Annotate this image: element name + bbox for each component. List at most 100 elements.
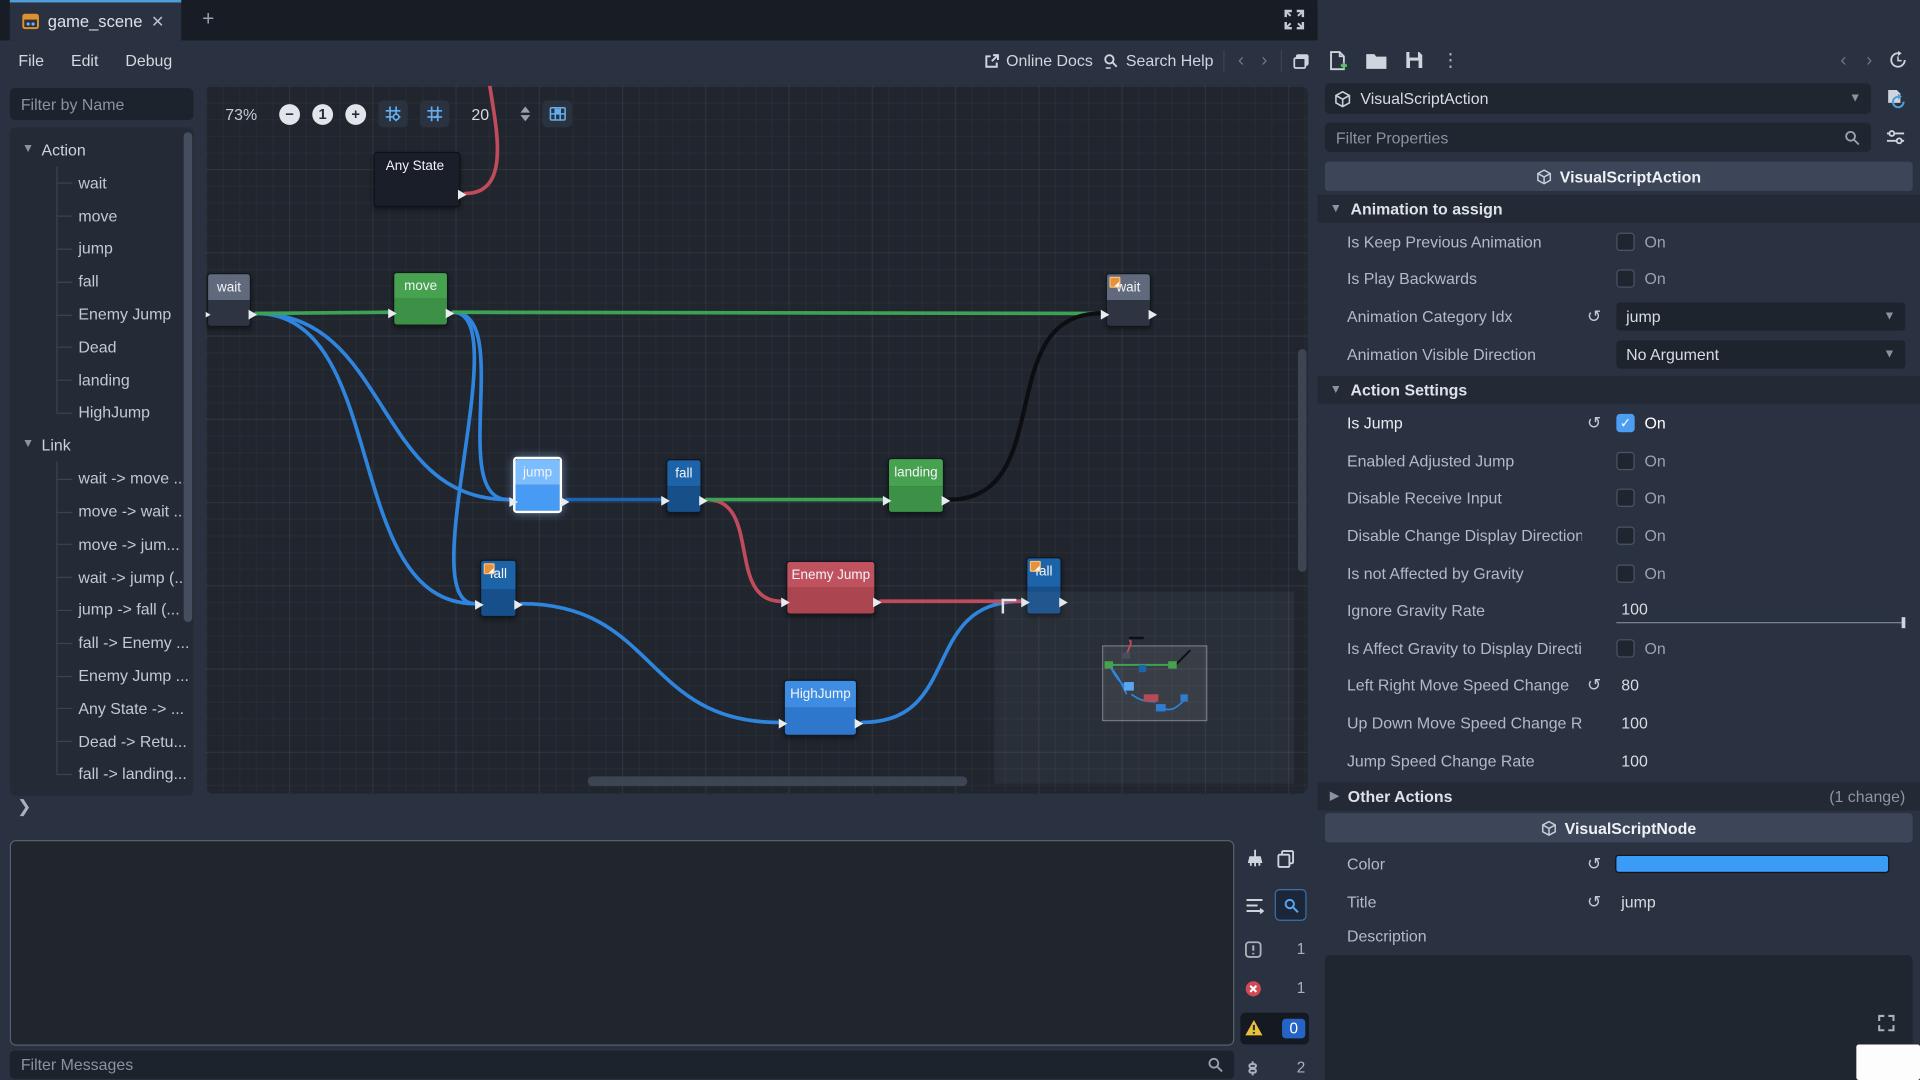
output-port[interactable] xyxy=(446,308,455,318)
graph-node-jump[interactable]: jump xyxy=(513,457,562,513)
minimap-toggle[interactable] xyxy=(542,100,571,127)
section-action-settings[interactable]: ▼Action Settings xyxy=(1318,376,1920,404)
message-filter-badge[interactable]: 1 xyxy=(1240,933,1309,965)
input-port[interactable] xyxy=(206,309,211,319)
input-port[interactable] xyxy=(883,495,892,505)
revert-icon[interactable]: ↺ xyxy=(1587,854,1601,875)
graph-horizontal-scrollbar[interactable] xyxy=(588,776,968,786)
graph-node-landing[interactable]: landing xyxy=(888,458,944,513)
dropdown[interactable]: No Argument▼ xyxy=(1616,340,1905,368)
sidebar-item-landing[interactable]: landing xyxy=(10,363,194,396)
error-filter-badge[interactable]: 1 xyxy=(1240,973,1309,1005)
revert-icon[interactable]: ↺ xyxy=(1587,891,1601,912)
input-port[interactable] xyxy=(509,497,518,507)
save-resource-icon[interactable] xyxy=(1405,50,1425,70)
value-field[interactable]: 100 xyxy=(1616,714,1647,732)
tree-section-action[interactable]: ▼Action xyxy=(10,133,194,166)
search-help-button[interactable]: Search Help xyxy=(1103,51,1214,69)
history-back-icon[interactable]: ‹ xyxy=(1234,50,1247,71)
checkbox[interactable]: ✓ xyxy=(1616,414,1634,432)
resource-options-icon[interactable]: ⋮ xyxy=(1441,49,1459,71)
input-port[interactable] xyxy=(661,495,670,505)
output-port[interactable] xyxy=(942,495,951,505)
graph-node-move[interactable]: move xyxy=(393,272,448,326)
sidebar-item-fall-landing[interactable]: fall -> landing... xyxy=(10,757,194,790)
revert-icon[interactable]: ↺ xyxy=(1587,413,1601,434)
search-messages-toggle[interactable] xyxy=(1275,889,1307,921)
state-machine-graph[interactable]: 73% − 1 + 20 Any Statewaitmovejumpfallla… xyxy=(206,86,1308,794)
filter-properties-input[interactable]: Filter Properties xyxy=(1325,122,1871,151)
sidebar-item-enemy-jump[interactable]: Enemy Jump ... xyxy=(10,659,194,692)
zoom-reset-button[interactable]: 1 xyxy=(312,103,333,124)
checkbox[interactable] xyxy=(1616,489,1634,507)
load-resource-icon[interactable] xyxy=(1365,51,1387,69)
sidebar-item-enemy-jump[interactable]: Enemy Jump xyxy=(10,298,194,331)
input-port[interactable] xyxy=(475,599,484,609)
copy-output-icon[interactable] xyxy=(1276,848,1297,869)
output-port[interactable] xyxy=(561,497,570,507)
input-port[interactable] xyxy=(781,597,790,607)
sidebar-item-move[interactable]: move xyxy=(10,199,194,232)
sidebar-item-wait-jump[interactable]: wait -> jump (... xyxy=(10,561,194,594)
expand-description-icon[interactable] xyxy=(1877,1013,1895,1031)
filter-messages-input[interactable]: Filter Messages xyxy=(10,1051,1234,1079)
new-tab-button[interactable]: + xyxy=(193,5,222,34)
graph-node-enemy-jump[interactable]: Enemy Jump xyxy=(786,561,875,615)
output-port[interactable] xyxy=(514,599,523,609)
slider-field[interactable]: 100 xyxy=(1616,596,1905,625)
warning-filter-badge[interactable]: 0 xyxy=(1240,1012,1309,1044)
grid-toggle[interactable] xyxy=(420,100,449,127)
checkbox[interactable] xyxy=(1616,564,1634,582)
sidebar-item-wait-move[interactable]: wait -> move ... xyxy=(10,462,194,495)
sidebar-item-fall[interactable]: fall xyxy=(10,265,194,298)
inspector-forward-icon[interactable]: › xyxy=(1862,50,1875,71)
sidebar-item-highjump[interactable]: HighJump xyxy=(10,396,194,429)
checkbox[interactable] xyxy=(1616,232,1634,250)
input-port[interactable] xyxy=(388,308,397,318)
output-port[interactable] xyxy=(1149,309,1158,319)
property-tools-icon[interactable] xyxy=(1878,122,1912,151)
graph-node-wait[interactable]: wait xyxy=(1106,273,1151,327)
resource-extra-icon[interactable] xyxy=(1878,83,1912,114)
history-forward-icon[interactable]: › xyxy=(1258,50,1271,71)
filter-by-name-input[interactable]: Filter by Name xyxy=(10,88,194,120)
input-port[interactable] xyxy=(1101,309,1110,319)
section-animation-to-assign[interactable]: ▼Animation to assign xyxy=(1318,195,1920,223)
sidebar-item-move-jum[interactable]: move -> jum... xyxy=(10,528,194,561)
graph-minimap[interactable] xyxy=(994,591,1294,783)
new-resource-icon[interactable] xyxy=(1327,50,1348,71)
snap-distance-value[interactable]: 20 xyxy=(471,105,503,123)
output-log-area[interactable] xyxy=(10,840,1234,1046)
description-textarea[interactable] xyxy=(1325,954,1913,1080)
input-port[interactable] xyxy=(779,718,788,728)
output-port[interactable] xyxy=(873,597,882,607)
graph-node-wait[interactable]: wait xyxy=(207,273,251,327)
checkbox[interactable] xyxy=(1616,270,1634,288)
zoom-out-button[interactable]: − xyxy=(279,103,300,124)
collapse-messages-icon[interactable] xyxy=(1244,896,1265,914)
revert-icon[interactable]: ↺ xyxy=(1587,306,1601,327)
expand-panel-chevron[interactable]: ❯ xyxy=(17,796,31,817)
value-field[interactable]: 100 xyxy=(1616,751,1647,769)
sidebar-item-jump[interactable]: jump xyxy=(10,232,194,265)
snap-spinner[interactable] xyxy=(520,107,530,122)
graph-node-highjump[interactable]: HighJump xyxy=(784,680,857,736)
value-field[interactable]: 80 xyxy=(1616,676,1639,694)
sidebar-scrollbar[interactable] xyxy=(184,132,193,622)
graph-node-any-state[interactable]: Any State xyxy=(373,152,460,207)
inspector-history-icon[interactable] xyxy=(1888,50,1908,70)
output-port[interactable] xyxy=(855,718,864,728)
expand-graph-icon[interactable] xyxy=(1283,9,1307,33)
checkbox[interactable] xyxy=(1616,452,1634,470)
checkbox[interactable] xyxy=(1616,639,1634,657)
online-docs-button[interactable]: Online Docs xyxy=(983,51,1093,69)
graph-node-fall[interactable]: fall xyxy=(480,560,517,618)
sidebar-item-dead-retu[interactable]: Dead -> Retu... xyxy=(10,725,194,758)
dropdown[interactable]: jump▼ xyxy=(1616,302,1905,330)
menu-file[interactable]: File xyxy=(5,51,58,69)
section-other-actions[interactable]: ▶Other Actions(1 change) xyxy=(1318,783,1920,811)
graph-vertical-scrollbar[interactable] xyxy=(1298,349,1307,572)
menu-edit[interactable]: Edit xyxy=(57,51,111,69)
tree-section-link[interactable]: ▼Link xyxy=(10,429,194,462)
sidebar-item-move-wait[interactable]: move -> wait ... xyxy=(10,495,194,528)
